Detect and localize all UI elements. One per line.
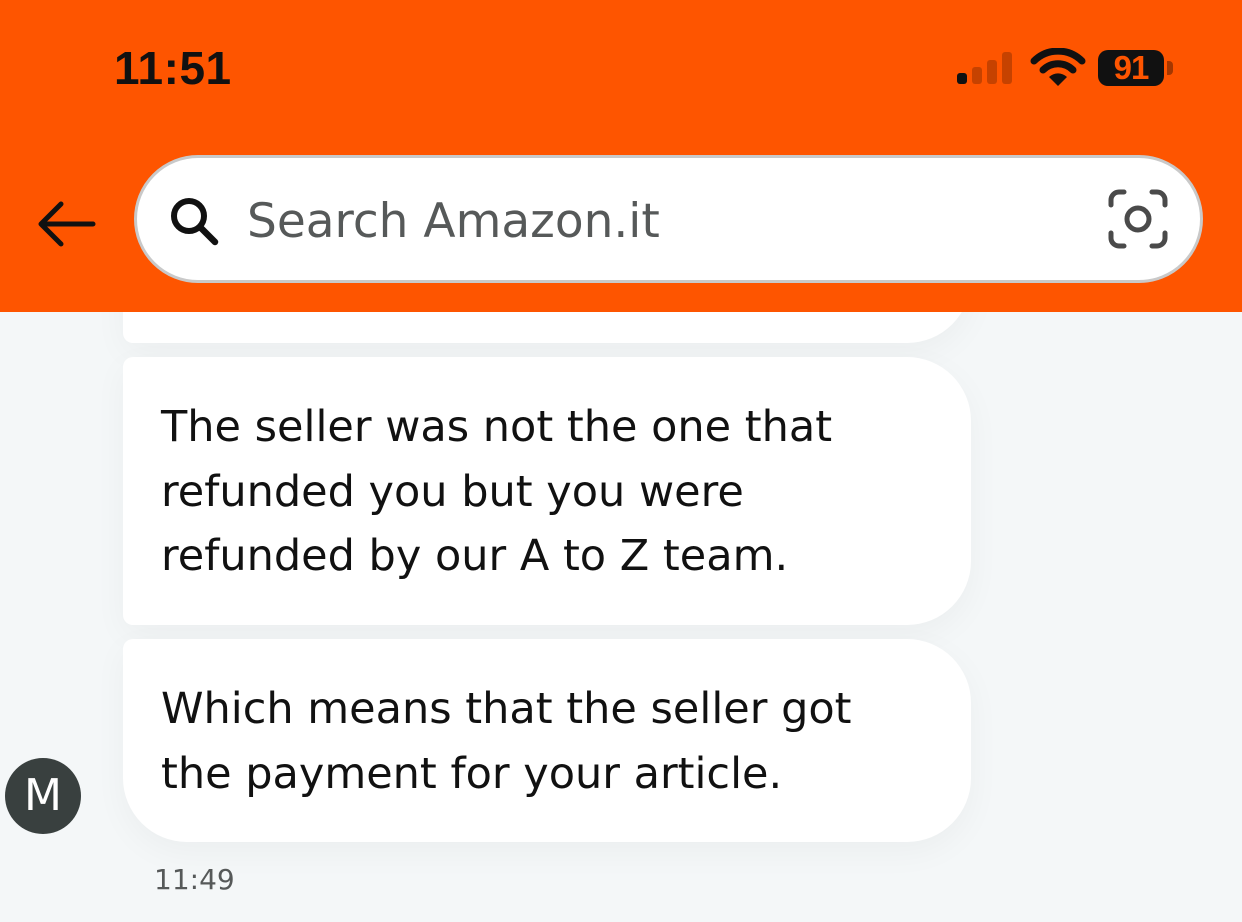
chat-thread[interactable]: The seller was not the one that refunded… — [0, 312, 1242, 922]
previous-message-bubble — [123, 312, 971, 343]
search-input[interactable] — [247, 186, 1087, 256]
back-button[interactable] — [30, 188, 102, 260]
message-bubble: The seller was not the one that refunded… — [123, 357, 971, 625]
message-bubble: Which means that the seller got the paym… — [123, 639, 971, 842]
wifi-icon — [1030, 48, 1086, 86]
arrow-left-icon — [38, 201, 96, 247]
agent-avatar: M — [5, 758, 81, 834]
search-bar[interactable] — [134, 155, 1203, 283]
message-timestamp: 11:49 — [154, 863, 235, 896]
status-time: 11:51 — [114, 42, 232, 94]
message-text: The seller was not the one that refunded… — [161, 402, 833, 581]
camera-search-button[interactable] — [1107, 188, 1169, 250]
cellular-signal-icon — [952, 46, 1016, 90]
app-header: 11:51 91 — [0, 0, 1242, 312]
battery-cap — [1167, 61, 1173, 75]
battery-icon: 91 — [1098, 50, 1164, 86]
camera-lens-icon — [1108, 189, 1168, 249]
message-text: Which means that the seller got the paym… — [161, 684, 852, 799]
search-icon — [171, 198, 219, 246]
